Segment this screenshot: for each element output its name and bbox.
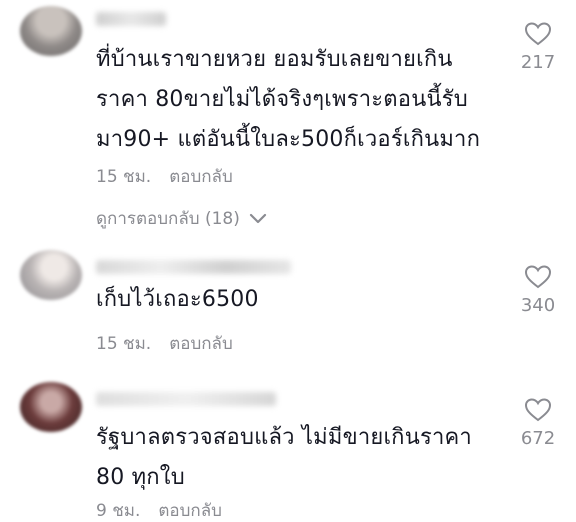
comment-timestamp: 9 ชม. — [96, 501, 141, 521]
avatar[interactable] — [20, 6, 82, 56]
heart-outline-icon — [525, 22, 551, 46]
reply-button[interactable]: ตอบกลับ — [169, 167, 233, 187]
like-button[interactable]: 672 — [508, 398, 568, 449]
comment-meta: 15 ชม. ตอบกลับ — [96, 330, 233, 357]
like-button[interactable]: 340 — [508, 265, 568, 316]
username-blurred[interactable] — [96, 392, 276, 406]
reply-button[interactable]: ตอบกลับ — [169, 334, 233, 354]
comment-timestamp: 15 ชม. — [96, 334, 152, 354]
like-count: 340 — [520, 295, 556, 316]
view-replies-label: ดูการตอบกลับ (18) — [96, 209, 240, 229]
avatar[interactable] — [20, 250, 82, 300]
like-count: 217 — [520, 52, 556, 73]
username-blurred[interactable] — [96, 12, 166, 26]
heart-outline-icon — [525, 398, 551, 422]
reply-button[interactable]: ตอบกลับ — [158, 501, 222, 521]
username-blurred[interactable] — [96, 260, 291, 274]
comment-text: เก็บไว้เถอะ6500 — [96, 287, 259, 312]
chevron-down-icon — [250, 213, 267, 224]
comment-timestamp: 15 ชม. — [96, 167, 152, 187]
comment-text: ที่บ้านเราขายหวย ยอมรับเลยขายเกิน ราคา 8… — [96, 47, 481, 152]
comment-meta: 15 ชม. ตอบกลับ — [96, 163, 233, 190]
avatar[interactable] — [20, 382, 82, 432]
comment-meta: 9 ชม. ตอบกลับ — [96, 497, 222, 522]
like-button[interactable]: 217 — [508, 22, 568, 73]
view-replies-button[interactable]: ดูการตอบกลับ (18) — [96, 205, 267, 232]
comment-text: รัฐบาลตรวจสอบแล้ว ไม่มีขายเกินราคา 80 ทุ… — [96, 425, 472, 490]
heart-outline-icon — [525, 265, 551, 289]
like-count: 672 — [520, 428, 556, 449]
